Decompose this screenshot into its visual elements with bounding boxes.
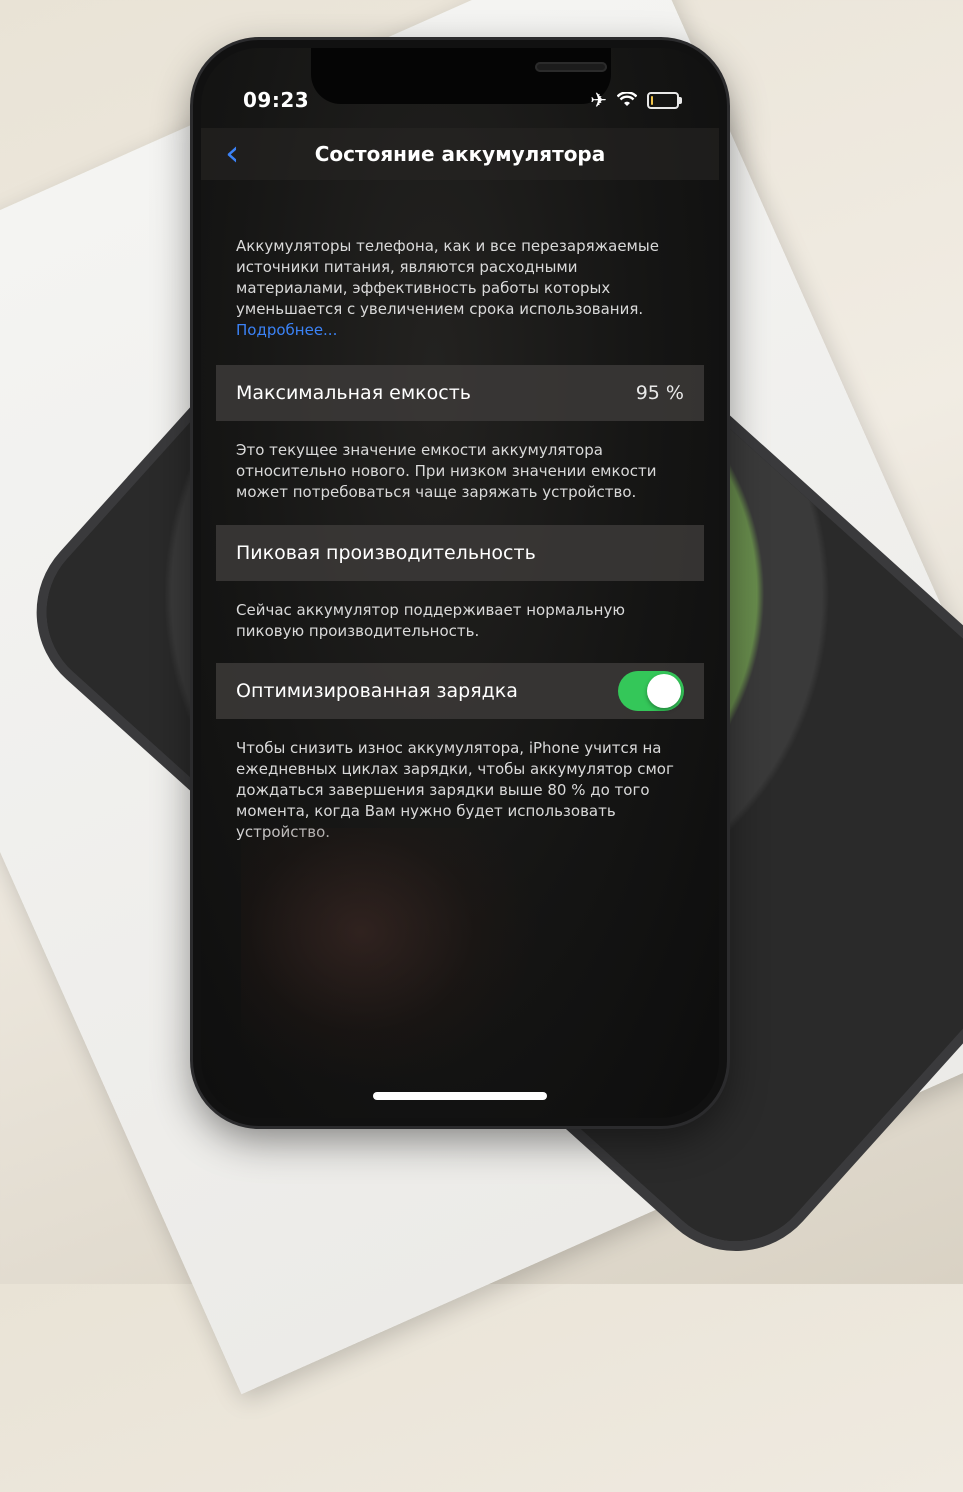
wifi-icon bbox=[617, 92, 637, 106]
iphone-device: 09:23 ✈ ‹ Состояние аккумулятора Аккумул… bbox=[193, 40, 727, 1126]
battery-level bbox=[651, 95, 653, 105]
airplane-icon: ✈ bbox=[590, 88, 607, 112]
phone-screen: 09:23 ✈ ‹ Состояние аккумулятора Аккумул… bbox=[201, 48, 719, 1118]
intro-text-block: Аккумуляторы телефона, как и все перезар… bbox=[236, 236, 684, 341]
peak-performance-label: Пиковая производительность bbox=[236, 542, 536, 564]
status-icons: ✈ bbox=[590, 88, 682, 112]
peak-performance-row: Пиковая производительность bbox=[216, 525, 704, 581]
toggle-knob bbox=[647, 674, 681, 708]
optimized-charging-toggle[interactable] bbox=[618, 671, 684, 711]
max-capacity-row: Максимальная емкость 95 % bbox=[216, 365, 704, 421]
earpiece-speaker bbox=[535, 62, 607, 72]
optimized-charging-row: Оптимизированная зарядка bbox=[216, 663, 704, 719]
max-capacity-value: 95 % bbox=[635, 382, 684, 404]
intro-text: Аккумуляторы телефона, как и все перезар… bbox=[236, 237, 659, 318]
status-time: 09:23 bbox=[243, 88, 310, 112]
optimized-charging-description: Чтобы снизить износ аккумулятора, iPhone… bbox=[236, 739, 674, 841]
chevron-left-icon[interactable]: ‹ bbox=[225, 136, 239, 172]
peak-performance-description: Сейчас аккумулятор поддерживает нормальн… bbox=[236, 601, 625, 640]
hand-reflection bbox=[241, 828, 541, 1088]
learn-more-link[interactable]: Подробнее... bbox=[236, 320, 684, 341]
home-indicator[interactable] bbox=[373, 1092, 547, 1100]
page-title: Состояние аккумулятора bbox=[314, 142, 606, 166]
notch bbox=[311, 48, 611, 104]
navigation-bar: ‹ Состояние аккумулятора bbox=[201, 128, 719, 180]
max-capacity-description: Это текущее значение емкости аккумулятор… bbox=[236, 441, 657, 501]
battery-icon bbox=[647, 91, 682, 109]
optimized-charging-label: Оптимизированная зарядка bbox=[236, 680, 518, 702]
max-capacity-label: Максимальная емкость bbox=[236, 382, 471, 404]
